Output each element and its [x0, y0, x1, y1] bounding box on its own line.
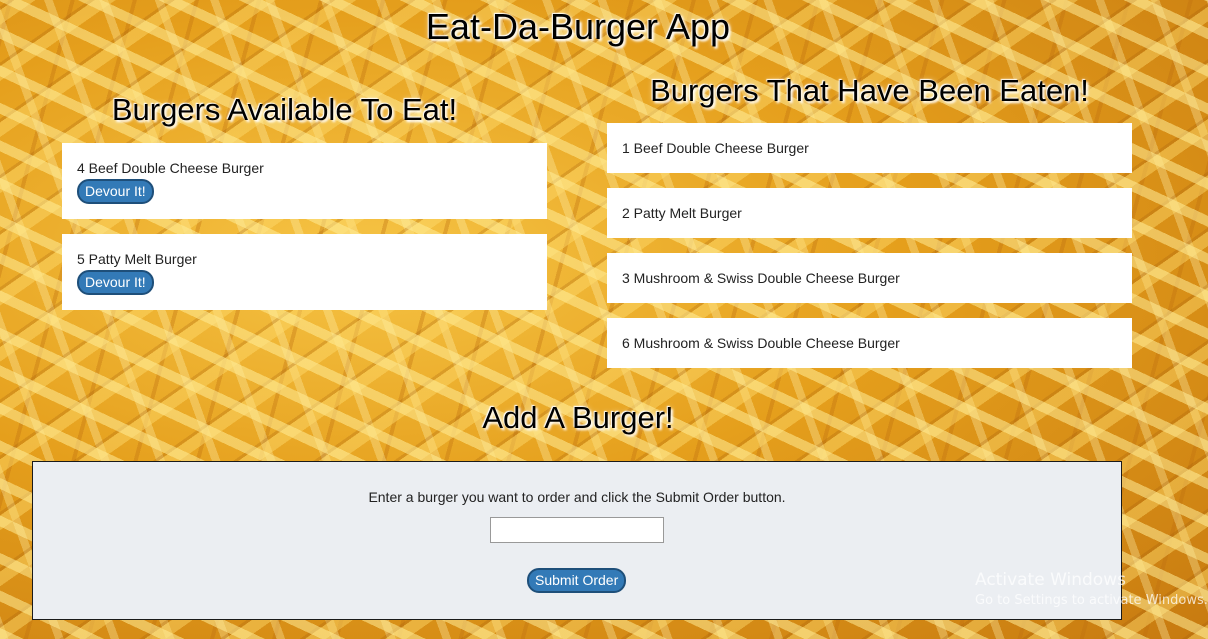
add-burger-heading: Add A Burger! — [482, 400, 674, 435]
devour-button[interactable]: Devour It! — [77, 179, 154, 204]
eaten-burgers-heading: Burgers That Have Been Eaten! — [650, 73, 1089, 108]
eaten-burger-card: 1 Beef Double Cheese Burger — [607, 123, 1132, 173]
add-burger-form: Enter a burger you want to order and cli… — [32, 461, 1122, 620]
burger-name: 3 Mushroom & Swiss Double Cheese Burger — [622, 270, 900, 286]
burger-name-input[interactable] — [490, 517, 664, 543]
watermark-subtitle: Go to Settings to activate Windows. — [975, 593, 1208, 608]
burger-name: 1 Beef Double Cheese Burger — [622, 140, 809, 156]
devour-button[interactable]: Devour It! — [77, 270, 154, 295]
eaten-burger-card: 2 Patty Melt Burger — [607, 188, 1132, 238]
burger-name: 2 Patty Melt Burger — [622, 205, 742, 221]
submit-order-button[interactable]: Submit Order — [527, 568, 627, 593]
burger-name: 4 Beef Double Cheese Burger — [77, 160, 264, 176]
available-burgers-heading: Burgers Available To Eat! — [111, 92, 458, 127]
eaten-burger-card: 6 Mushroom & Swiss Double Cheese Burger — [607, 318, 1132, 368]
eaten-burger-card: 3 Mushroom & Swiss Double Cheese Burger — [607, 253, 1132, 303]
burger-name: 5 Patty Melt Burger — [77, 251, 197, 267]
app-title: Eat-Da-Burger App — [425, 6, 731, 47]
activate-windows-watermark: Activate Windows Go to Settings to activ… — [975, 570, 1208, 608]
watermark-title: Activate Windows — [975, 570, 1126, 590]
available-burger-card: 4 Beef Double Cheese Burger Devour It! — [62, 143, 547, 219]
add-burger-instructions: Enter a burger you want to order and cli… — [368, 489, 786, 505]
available-burger-card: 5 Patty Melt Burger Devour It! — [62, 234, 547, 310]
burger-name: 6 Mushroom & Swiss Double Cheese Burger — [622, 335, 900, 351]
